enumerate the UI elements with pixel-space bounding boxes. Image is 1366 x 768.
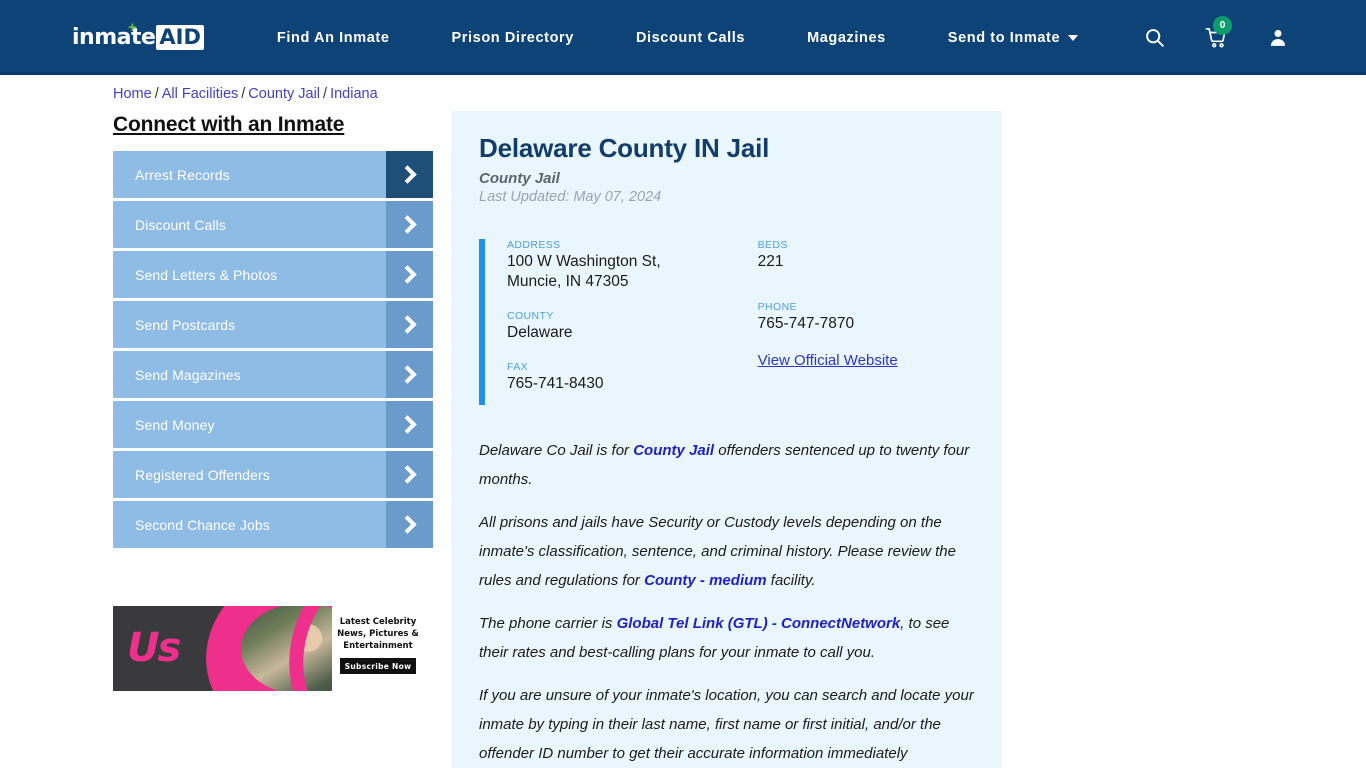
sidebar-item-send-postcards[interactable]: Send Postcards	[113, 301, 433, 348]
details-column-left: ADDRESS 100 W Washington St, Muncie, IN …	[507, 239, 758, 412]
nav-item-magazines[interactable]: Magazines	[807, 30, 886, 46]
nav-item-send-to-inmate[interactable]: Send to Inmate	[947, 29, 1079, 46]
detail-county: COUNTY Delaware	[507, 310, 758, 343]
sidebar-ad-banner[interactable]: Us Latest Celebrity News, Pictures & Ent…	[113, 606, 424, 691]
detail-value: 221	[757, 253, 784, 270]
logo-aid-badge: AID	[156, 25, 204, 50]
detail-fax: FAX 765-741-8430	[507, 361, 758, 394]
sidebar-item-discount-calls[interactable]: Discount Calls	[113, 201, 433, 248]
sidebar-item-registered-offenders[interactable]: Registered Offenders	[113, 451, 433, 498]
sidebar-item-label: Discount Calls	[135, 216, 226, 233]
nav-item-prison-directory[interactable]: Prison Directory	[452, 30, 574, 46]
facility-description: Delaware Co Jail is for County Jail offe…	[479, 436, 974, 768]
description-paragraph-4: If you are unsure of your inmate's locat…	[479, 681, 974, 768]
phone-carrier-link[interactable]: Global Tel Link (GTL) - ConnectNetwork	[617, 615, 901, 632]
detail-value: 765-747-7870	[757, 315, 855, 332]
description-paragraph-2: All prisons and jails have Security or C…	[479, 508, 974, 595]
cart-count-badge: 0	[1213, 15, 1232, 35]
chevron-right-icon[interactable]	[386, 301, 433, 348]
detail-value: Delaware	[507, 324, 573, 341]
breadcrumb-item-county-jail[interactable]: County Jail	[248, 86, 320, 102]
logo-wordmark: inmate	[72, 25, 156, 50]
header-divider	[0, 72, 1366, 75]
sidebar-item-label: Send Letters & Photos	[135, 266, 278, 283]
county-jail-link[interactable]: County Jail	[633, 442, 714, 459]
page-title: Delaware County IN Jail	[479, 133, 770, 163]
logo-plus-icon: +	[128, 18, 137, 36]
details-column-right: BEDS 221 PHONE 765-747-7870 View Officia…	[758, 239, 974, 412]
facility-panel: Delaware County IN Jail County Jail Last…	[451, 111, 1002, 768]
chevron-right-icon[interactable]	[386, 201, 433, 248]
facility-type: County Jail	[479, 170, 560, 187]
nav-item-send-to-inmate-label: Send to Inmate	[947, 29, 1061, 46]
cart-icon[interactable]: 0	[1205, 15, 1232, 49]
chevron-right-icon[interactable]	[386, 351, 433, 398]
breadcrumb: Home / All Facilities / County Jail / Indiana	[113, 86, 378, 102]
sidebar-item-label: Send Postcards	[135, 316, 236, 333]
details-accent-bar	[479, 239, 485, 405]
user-icon[interactable]	[1268, 27, 1288, 48]
breadcrumb-separator: /	[241, 86, 246, 102]
detail-value: 765-741-8430	[507, 375, 604, 392]
sidebar-item-label: Arrest Records	[135, 166, 230, 183]
para4-text: If you are unsure of your inmate's locat…	[479, 687, 974, 762]
detail-label: PHONE	[757, 301, 797, 313]
detail-value: Muncie, IN 47305	[507, 273, 629, 290]
detail-beds: BEDS 221	[758, 239, 974, 272]
site-logo[interactable]: inmate + AID	[72, 18, 204, 53]
para1-text-a: Delaware Co Jail is for	[479, 442, 634, 459]
detail-label: COUNTY	[507, 310, 554, 322]
detail-website: View Official Website	[758, 352, 974, 370]
sidebar-item-label: Second Chance Jobs	[135, 516, 270, 533]
sidebar-heading: Connect with an Inmate	[113, 113, 345, 136]
sidebar-item-arrest-records[interactable]: Arrest Records	[113, 151, 433, 198]
description-paragraph-3: The phone carrier is Global Tel Link (GT…	[479, 609, 974, 667]
facility-details: ADDRESS 100 W Washington St, Muncie, IN …	[479, 239, 974, 412]
facility-last-updated: Last Updated: May 07, 2024	[479, 189, 662, 205]
sidebar: Connect with an Inmate Arrest Records Di…	[113, 113, 433, 551]
detail-address: ADDRESS 100 W Washington St, Muncie, IN …	[507, 239, 758, 292]
detail-phone: PHONE 765-747-7870	[758, 301, 974, 334]
site-header: inmate + AID Find An Inmate Prison Direc…	[0, 0, 1366, 75]
chevron-right-icon[interactable]	[386, 501, 433, 548]
sidebar-item-send-letters-photos[interactable]: Send Letters & Photos	[113, 251, 433, 298]
breadcrumb-item-indiana[interactable]: Indiana	[330, 86, 378, 102]
para2-text-b: facility.	[766, 572, 816, 589]
ad-brand-logo: Us	[127, 625, 181, 671]
breadcrumb-item-home[interactable]: Home	[113, 86, 152, 102]
county-medium-link[interactable]: County - medium	[644, 572, 767, 589]
nav-item-find-an-inmate[interactable]: Find An Inmate	[277, 30, 390, 46]
breadcrumb-separator: /	[154, 86, 159, 102]
ad-tagline: Latest Celebrity News, Pictures & Entert…	[337, 617, 419, 651]
sidebar-item-label: Send Magazines	[135, 366, 241, 383]
detail-label: BEDS	[757, 239, 788, 251]
search-icon[interactable]	[1144, 27, 1165, 48]
sidebar-item-label: Send Money	[135, 416, 215, 433]
breadcrumb-item-all-facilities[interactable]: All Facilities	[162, 86, 239, 102]
description-paragraph-1: Delaware Co Jail is for County Jail offe…	[479, 436, 974, 494]
ad-subscribe-button[interactable]: Subscribe Now	[340, 658, 416, 674]
sidebar-item-send-money[interactable]: Send Money	[113, 401, 433, 448]
header-actions: 0	[1104, 15, 1288, 49]
ad-text-panel: Latest Celebrity News, Pictures & Entert…	[332, 606, 424, 691]
sidebar-item-send-magazines[interactable]: Send Magazines	[113, 351, 433, 398]
chevron-right-icon[interactable]	[386, 451, 433, 498]
chevron-down-icon	[1068, 34, 1079, 41]
nav-item-discount-calls[interactable]: Discount Calls	[636, 30, 745, 46]
view-official-website-link[interactable]: View Official Website	[758, 352, 898, 369]
primary-navigation: Find An Inmate Prison Directory Discount…	[277, 29, 1079, 46]
sidebar-item-second-chance-jobs[interactable]: Second Chance Jobs	[113, 501, 433, 548]
chevron-right-icon[interactable]	[386, 401, 433, 448]
breadcrumb-separator: /	[323, 86, 328, 102]
sidebar-item-label: Registered Offenders	[135, 466, 270, 483]
chevron-right-icon[interactable]	[386, 151, 433, 198]
detail-value: 100 W Washington St,	[507, 253, 661, 270]
chevron-right-icon[interactable]	[386, 251, 433, 298]
detail-label: ADDRESS	[507, 239, 561, 251]
para3-text-a: The phone carrier is	[479, 615, 617, 632]
detail-label: FAX	[507, 361, 529, 373]
